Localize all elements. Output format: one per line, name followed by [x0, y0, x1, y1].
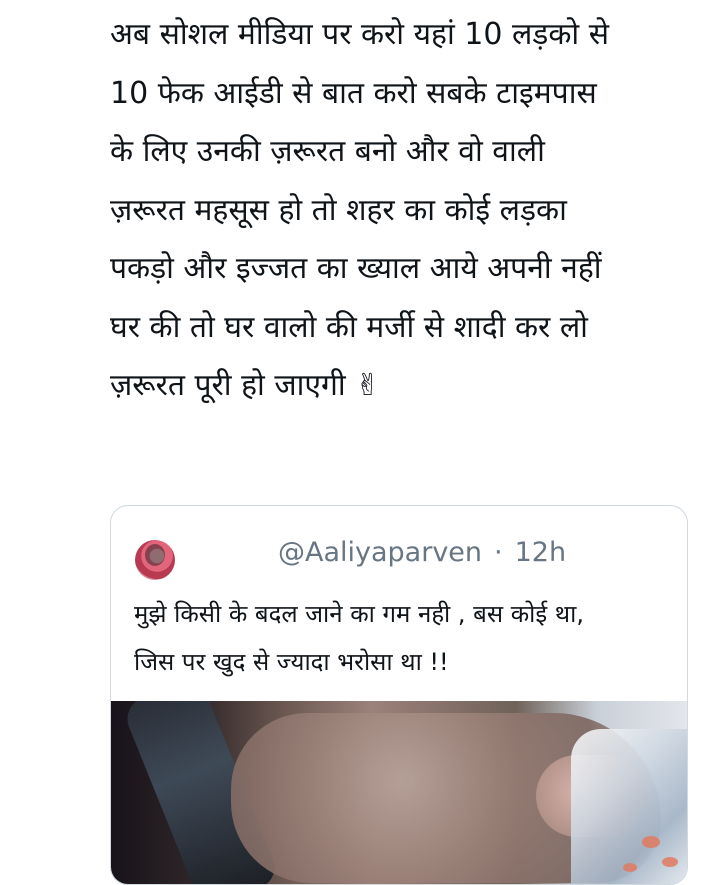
profile-avatar-icon[interactable]	[135, 540, 175, 580]
user-handle[interactable]: @Aaliyaparven	[278, 537, 482, 568]
nail-polish-shape	[662, 857, 678, 867]
quoted-tweet-meta: @Aaliyaparven · 12h	[278, 536, 566, 570]
quoted-tweet-line: मुझे किसी के बदल जाने का गम नही , बस कोई…	[134, 600, 584, 628]
quoted-tweet-line: जिस पर खुद से ज्यादा भरोसा था !!	[134, 648, 449, 676]
quoted-tweet-photo[interactable]	[111, 701, 687, 884]
tweet-line: ज़रूरत पूरी हो जाएगी ✌	[110, 368, 381, 403]
quoted-tweet-header: @Aaliyaparven · 12h	[135, 537, 675, 580]
tweet-line: 10 फेक आईडी से बात करो सबके टाइमपास	[110, 75, 597, 111]
tweet-line: पकड़ो और इज्जत का ख्याल आये अपनी नहीं	[110, 251, 602, 286]
tweet-line: घर की तो घर वालो की मर्जी से शादी कर लो	[110, 309, 588, 345]
tweet-text: अब सोशल मीडिया पर करो यहां 10 लड़को से 1…	[110, 6, 700, 416]
post-time[interactable]: 12h	[515, 537, 566, 568]
nail-polish-shape	[623, 863, 637, 872]
tweet-line: के लिए उनकी ज़रूरत बनो और वो वाली	[110, 134, 545, 169]
quoted-tweet-card[interactable]: @Aaliyaparven · 12h मुझे किसी के बदल जाने …	[110, 505, 688, 885]
tweet-line: अब सोशल मीडिया पर करो यहां 10 लड़को से	[110, 17, 609, 52]
tweet-line: ज़रूरत महसूस हो तो शहर का कोई लड़का	[110, 192, 567, 228]
meta-separator: ·	[494, 537, 503, 568]
quoted-tweet-text: मुझे किसी के बदल जाने का गम नही , बस कोई…	[134, 590, 679, 686]
nail-polish-shape	[642, 836, 660, 848]
